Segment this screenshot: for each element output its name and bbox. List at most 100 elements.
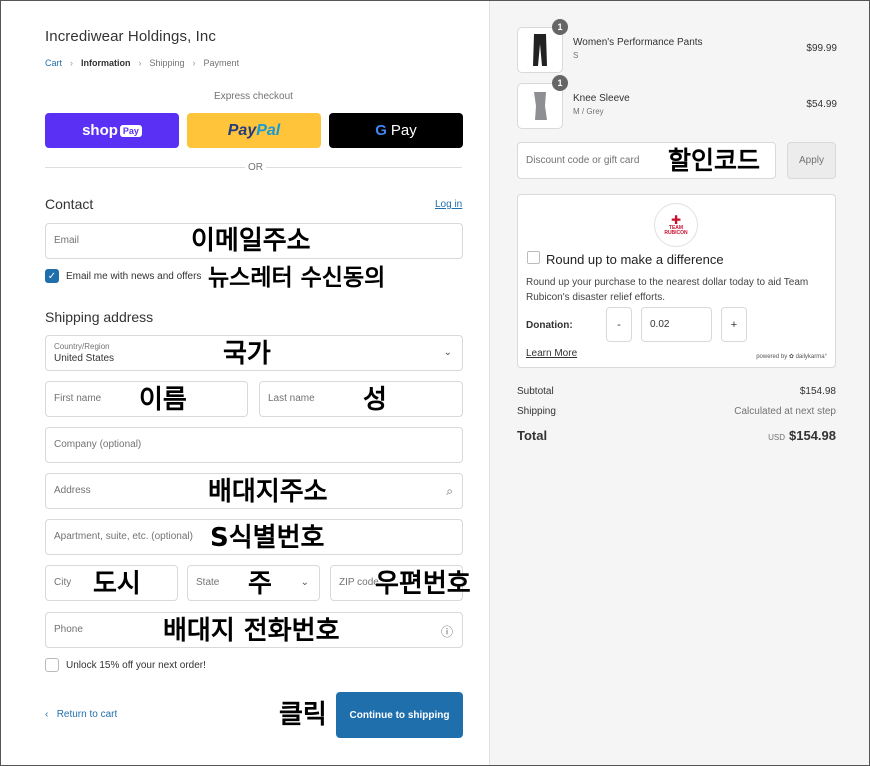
email-annotation: 이메일주소: [191, 226, 311, 256]
country-label: Country/Region: [54, 342, 110, 351]
donation-decrement-button[interactable]: -: [606, 307, 632, 342]
newsletter-row[interactable]: ✓ Email me with news and offers: [45, 269, 201, 283]
google-icon: G: [375, 122, 387, 139]
round-up-checkbox[interactable]: [527, 251, 540, 264]
chevron-left-icon: ‹: [45, 709, 49, 720]
discount-annotation: 할인코드: [668, 146, 761, 175]
continue-to-shipping-button[interactable]: Continue to shipping: [336, 692, 463, 738]
state-placeholder: State: [196, 577, 220, 588]
breadcrumb-cart[interactable]: Cart: [45, 58, 62, 68]
total-currency: USD: [768, 433, 785, 442]
shipping-label: Shipping: [517, 406, 556, 417]
company-placeholder: Company (optional): [54, 439, 142, 450]
subtotal-row: Subtotal $154.98: [517, 386, 836, 397]
chevron-down-icon: ⌄: [300, 577, 309, 588]
search-icon: ⌕: [446, 484, 453, 498]
total-value: $154.98: [789, 428, 836, 443]
chevron-right-icon: ›: [70, 58, 74, 68]
learn-more-link[interactable]: Learn More: [526, 348, 577, 359]
phone-placeholder: Phone: [54, 624, 83, 635]
powered-by-dailykarma: powered by ✿ dailykarma°: [756, 354, 827, 360]
line-item: 1 Knee Sleeve M / Grey $54.99: [517, 75, 837, 129]
team-rubicon-logo: ✚ TEAM RUBICON: [654, 203, 698, 247]
help-circle-icon[interactable]: ⓘ: [441, 623, 453, 640]
country-annotation: 국가: [223, 339, 271, 369]
address-placeholder: Address: [54, 485, 91, 496]
unlock-offer-label: Unlock 15% off your next order!: [66, 659, 206, 671]
paypal-logo-pal: Pal: [256, 121, 281, 139]
apply-discount-button[interactable]: Apply: [787, 142, 836, 179]
breadcrumb-payment: Payment: [203, 58, 240, 68]
item-price: $54.99: [806, 99, 837, 110]
login-link[interactable]: Log in: [435, 199, 462, 210]
newsletter-label: Email me with news and offers: [66, 270, 202, 282]
country-value: United States: [54, 353, 115, 364]
chevron-down-icon: ⌄: [443, 347, 452, 358]
apartment-annotation: S식별번호: [210, 523, 325, 553]
breadcrumb: Cart › Information › Shipping › Payment: [45, 58, 239, 68]
line-item: 1 Women's Performance Pants S $99.99: [517, 19, 837, 73]
last-name-field[interactable]: Last name: [259, 381, 463, 417]
discount-placeholder: Discount code or gift card: [526, 155, 640, 166]
google-pay-label: Pay: [390, 122, 417, 139]
checkout-main: Incrediwear Holdings, Inc Cart › Informa…: [1, 1, 489, 765]
contact-heading: Contact: [45, 196, 94, 212]
round-up-widget: ✚ TEAM RUBICON Round up to make a differ…: [517, 194, 836, 368]
zip-annotation: 우편번호: [375, 569, 471, 599]
order-summary: 1 Women's Performance Pants S $99.99 1 K…: [489, 1, 869, 765]
or-divider-label: OR: [245, 162, 266, 173]
last-name-placeholder: Last name: [268, 393, 315, 404]
newsletter-annotation: 뉴스레터 수신동의: [208, 265, 386, 291]
store-name: Incrediwear Holdings, Inc: [45, 28, 216, 45]
address-annotation: 배대지주소: [208, 477, 328, 507]
shop-pay-chip: Pay: [119, 124, 142, 137]
click-annotation: 클릭: [279, 700, 327, 730]
round-up-description: Round up your purchase to the nearest do…: [526, 277, 809, 303]
state-annotation: 주: [248, 569, 272, 599]
shipping-address-heading: Shipping address: [45, 309, 154, 325]
return-to-cart-label: Return to cart: [56, 709, 118, 720]
quantity-badge: 1: [552, 75, 568, 91]
subtotal-label: Subtotal: [517, 386, 554, 397]
pants-icon: [533, 34, 547, 66]
city-placeholder: City: [54, 577, 72, 588]
first-name-placeholder: First name: [54, 393, 102, 404]
last-name-annotation: 성: [363, 385, 387, 415]
zip-placeholder: ZIP code: [339, 577, 379, 588]
city-annotation: 도시: [93, 569, 141, 599]
paypal-logo-pay: Pay: [227, 121, 257, 139]
cross-icon: ✚: [670, 212, 682, 227]
quantity-badge: 1: [552, 19, 568, 35]
return-to-cart-link[interactable]: ‹ Return to cart: [45, 709, 117, 720]
subtotal-value: $154.98: [799, 386, 836, 397]
breadcrumb-information: Information: [81, 58, 131, 68]
item-price: $99.99: [806, 43, 837, 54]
chevron-right-icon: ›: [138, 58, 142, 68]
logo-text-rubicon: RUBICON: [664, 230, 688, 236]
total-label: Total: [517, 428, 548, 443]
unlock-offer-row[interactable]: Unlock 15% off your next order!: [45, 658, 206, 672]
item-name: Knee Sleeve: [573, 93, 630, 104]
donation-label: Donation:: [526, 320, 573, 331]
phone-annotation: 배대지 전화번호: [163, 616, 340, 646]
round-up-title: Round up to make a difference: [546, 252, 724, 267]
shipping-value: Calculated at next step: [734, 406, 836, 417]
first-name-annotation: 이름: [139, 385, 187, 415]
donation-amount-input[interactable]: 0.02: [641, 307, 712, 342]
knee-sleeve-icon: [534, 92, 547, 120]
shop-pay-button[interactable]: shop Pay: [45, 113, 179, 148]
shipping-row: Shipping Calculated at next step: [517, 406, 836, 417]
unlock-offer-checkbox[interactable]: [45, 658, 59, 672]
company-field[interactable]: Company (optional): [45, 427, 463, 463]
item-name: Women's Performance Pants: [573, 37, 703, 48]
paypal-button[interactable]: Pay Pal: [187, 113, 321, 148]
donation-increment-button[interactable]: +: [721, 307, 747, 342]
google-pay-button[interactable]: G Pay: [329, 113, 463, 148]
express-checkout-label: Express checkout: [214, 91, 293, 102]
total-row: Total USD $154.98: [517, 428, 836, 443]
item-variant: M / Grey: [573, 107, 604, 116]
chevron-right-icon: ›: [192, 58, 196, 68]
breadcrumb-shipping: Shipping: [149, 58, 185, 68]
shop-pay-logo-text: shop: [82, 122, 118, 139]
newsletter-checkbox[interactable]: ✓: [45, 269, 59, 283]
